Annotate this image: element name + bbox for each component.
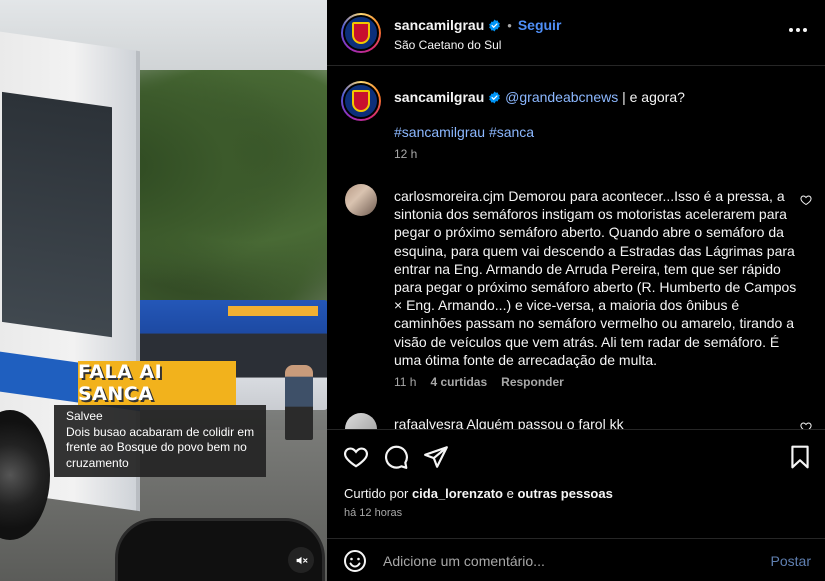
crest-icon bbox=[352, 90, 370, 112]
comment-text: carlosmoreira.cjm Demorou para acontecer… bbox=[394, 187, 798, 369]
comment-avatar[interactable] bbox=[345, 413, 377, 429]
posted-time: há 12 horas bbox=[344, 507, 403, 519]
post-text: | e agora? bbox=[618, 89, 685, 105]
add-comment-bar: Postar bbox=[327, 538, 825, 581]
caption-line: Dois busao acabaram de colidir em bbox=[66, 424, 255, 439]
comment-text: rafaalvesra Alguém passou o farol kk bbox=[394, 416, 624, 429]
caption-line: frente ao Bosque do povo bem no bbox=[66, 440, 247, 454]
post-panel: sancamilgrau • Seguir São Caetano do Sul s… bbox=[327, 0, 825, 581]
comment-username[interactable]: rafaalvesra bbox=[394, 416, 463, 429]
hashtags-link[interactable]: #sancamilgrau #sanca bbox=[394, 124, 534, 140]
avatar[interactable] bbox=[341, 13, 381, 53]
comments-scroll-area[interactable]: sancamilgrau @grandeabcnews | e agora? #… bbox=[327, 67, 825, 429]
media-person bbox=[285, 365, 313, 440]
comment-like-heart-icon[interactable] bbox=[800, 194, 812, 206]
comment-body: Alguém passou o farol kk bbox=[466, 416, 624, 429]
comment-meta: 11 h 4 curtidas Responder bbox=[394, 375, 564, 389]
speaker-muted-icon bbox=[296, 556, 308, 564]
media-caption: Salvee Dois busao acabaram de colidir em… bbox=[54, 405, 266, 477]
mute-button[interactable] bbox=[288, 547, 314, 573]
liked-by-text: Curtido por cida_lorenzato e outras pess… bbox=[344, 486, 613, 501]
post-header: sancamilgrau • Seguir São Caetano do Sul bbox=[327, 0, 825, 66]
comment-body: Demorou para acontecer...Isso é a pressa… bbox=[394, 188, 797, 368]
liked-connector: e bbox=[506, 486, 514, 501]
verified-badge-icon bbox=[489, 19, 501, 32]
mention-link[interactable]: @grandeabcnews bbox=[505, 89, 618, 105]
more-options-button[interactable] bbox=[789, 28, 807, 32]
post-author-avatar[interactable] bbox=[341, 81, 381, 121]
separator-dot: • bbox=[507, 18, 512, 33]
more-dot-icon bbox=[803, 28, 807, 32]
comment-likes[interactable]: 4 curtidas bbox=[430, 375, 487, 389]
save-bookmark-icon[interactable] bbox=[787, 444, 813, 470]
post-time: 12 h bbox=[394, 147, 418, 161]
post-actions: Curtido por cida_lorenzato e outras pess… bbox=[327, 429, 825, 581]
fala-ai-sanca-sticker: FALA AI SANCA bbox=[78, 361, 236, 405]
crest-icon bbox=[352, 22, 370, 44]
header-top-line: sancamilgrau • Seguir bbox=[394, 17, 561, 33]
post-comment-button[interactable]: Postar bbox=[771, 553, 811, 569]
emoji-icon[interactable] bbox=[343, 549, 367, 573]
more-dot-icon bbox=[789, 28, 793, 32]
reply-button[interactable]: Responder bbox=[501, 375, 564, 389]
liked-user-link[interactable]: cida_lorenzato bbox=[412, 486, 503, 501]
comment-username[interactable]: carlosmoreira.cjm bbox=[394, 188, 504, 204]
caption-line: cruzamento bbox=[66, 455, 129, 470]
comment-avatar[interactable] bbox=[345, 184, 377, 216]
liked-others-link[interactable]: outras pessoas bbox=[517, 486, 612, 501]
post-caption: sancamilgrau @grandeabcnews | e agora? bbox=[394, 88, 804, 106]
comment-input[interactable] bbox=[383, 550, 743, 572]
location-link[interactable]: São Caetano do Sul bbox=[394, 38, 501, 52]
like-heart-icon[interactable] bbox=[343, 444, 369, 470]
header-username[interactable]: sancamilgrau bbox=[394, 17, 484, 33]
more-dot-icon bbox=[796, 28, 800, 32]
post-username[interactable]: sancamilgrau bbox=[394, 89, 484, 105]
comment-time: 11 h bbox=[394, 375, 417, 389]
comment-bubble-icon[interactable] bbox=[383, 444, 409, 470]
verified-badge-icon bbox=[489, 91, 501, 104]
liked-prefix: Curtido por bbox=[344, 486, 409, 501]
comment-like-heart-icon[interactable] bbox=[800, 421, 812, 429]
post-media[interactable]: FALA AI SANCA Salvee Dois busao acabaram… bbox=[0, 0, 327, 581]
sticker-text: FALA AI SANCA bbox=[78, 361, 163, 405]
caption-line: Salvee bbox=[66, 409, 103, 423]
follow-button[interactable]: Seguir bbox=[518, 17, 562, 33]
share-paper-plane-icon[interactable] bbox=[423, 444, 449, 470]
